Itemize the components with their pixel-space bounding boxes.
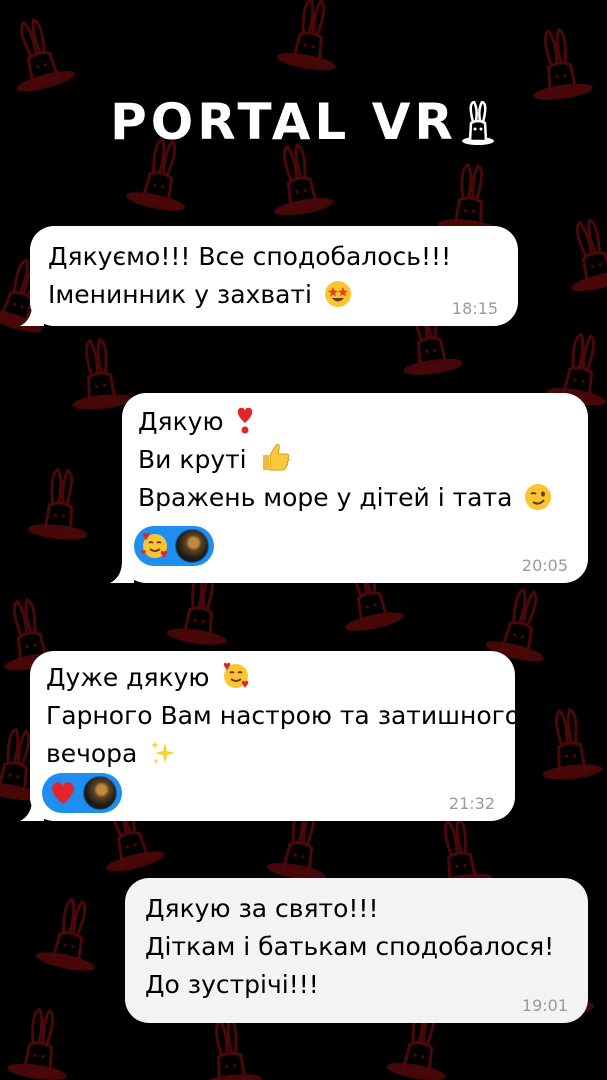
message-line-with-emoji: Вражень море у дітей і тата: [138, 479, 572, 517]
smiling-face-with-hearts-emoji-icon: [139, 530, 171, 562]
message-line: Діткам і батькам сподобалося!: [145, 932, 555, 961]
message-line: Дуже дякую: [46, 663, 210, 692]
thumbs-up-emoji-icon: [262, 443, 289, 471]
message-timestamp: 20:05: [521, 556, 568, 575]
smiling-face-with-hearts-emoji-icon: [224, 662, 249, 688]
chat-message-bubble: Дуже дякую Гарного Вам настрою та затишн…: [20, 651, 521, 821]
message-line: Іменинник у захваті: [48, 280, 312, 309]
message-line: Вражень море у дітей і тата: [138, 483, 513, 512]
message-line: вечора: [46, 739, 138, 768]
message-line: До зустрічі!!!: [145, 970, 319, 999]
bubble-tail: [110, 561, 134, 583]
message-line: Ви круті: [138, 445, 247, 474]
reactor-avatar[interactable]: [175, 529, 209, 563]
reaction-pill[interactable]: [42, 773, 122, 813]
message-line-with-emoji: Іменинник у захваті: [48, 276, 500, 314]
message-line: Гарного Вам настрою та затишного: [46, 701, 521, 730]
message-timestamp: 18:15: [451, 299, 498, 318]
sparkles-emoji-icon: [151, 741, 176, 764]
chat-message-bubble: Дякую за свято!!! Діткам і батькам сподо…: [125, 878, 588, 1023]
message-timestamp: 21:32: [448, 794, 495, 813]
message-line-with-emoji: Ви круті: [138, 441, 572, 479]
star-struck-emoji-icon: [324, 281, 351, 307]
message-line: Дякуємо!!! Все сподобалось!!!: [48, 242, 452, 271]
message-line-with-emoji: Дуже дякую: [46, 659, 499, 697]
bubble-tail: [20, 304, 44, 326]
red-heart-emoji-icon: [47, 777, 79, 809]
message-line: Дякую: [138, 407, 224, 436]
bunny-logo-icon: [461, 101, 494, 145]
message-line: Дякую за свято!!!: [145, 894, 379, 923]
chat-message-bubble: Дякуємо!!! Все сподобалось!!! Іменинник …: [20, 226, 518, 326]
logo-text: PORTAL VR: [110, 93, 457, 151]
brand-logo: PORTAL VR: [0, 92, 607, 152]
message-line-with-emoji: вечора: [46, 735, 499, 773]
bubble-tail: [20, 799, 44, 821]
message-line-with-emoji: Дякую: [138, 403, 572, 441]
message-timestamp: 19:01: [521, 996, 568, 1015]
heart-exclamation-emoji-icon: [238, 407, 253, 434]
winking-face-emoji-icon: [525, 484, 552, 510]
chat-message-bubble: Дякую Ви круті Вражень море у дітей і та…: [110, 393, 588, 583]
reaction-pill[interactable]: [134, 526, 214, 566]
reactor-avatar[interactable]: [83, 776, 117, 810]
screenshot-canvas: PORTAL VR Дякуємо!!! Все сподобалось!!! …: [0, 0, 607, 1080]
